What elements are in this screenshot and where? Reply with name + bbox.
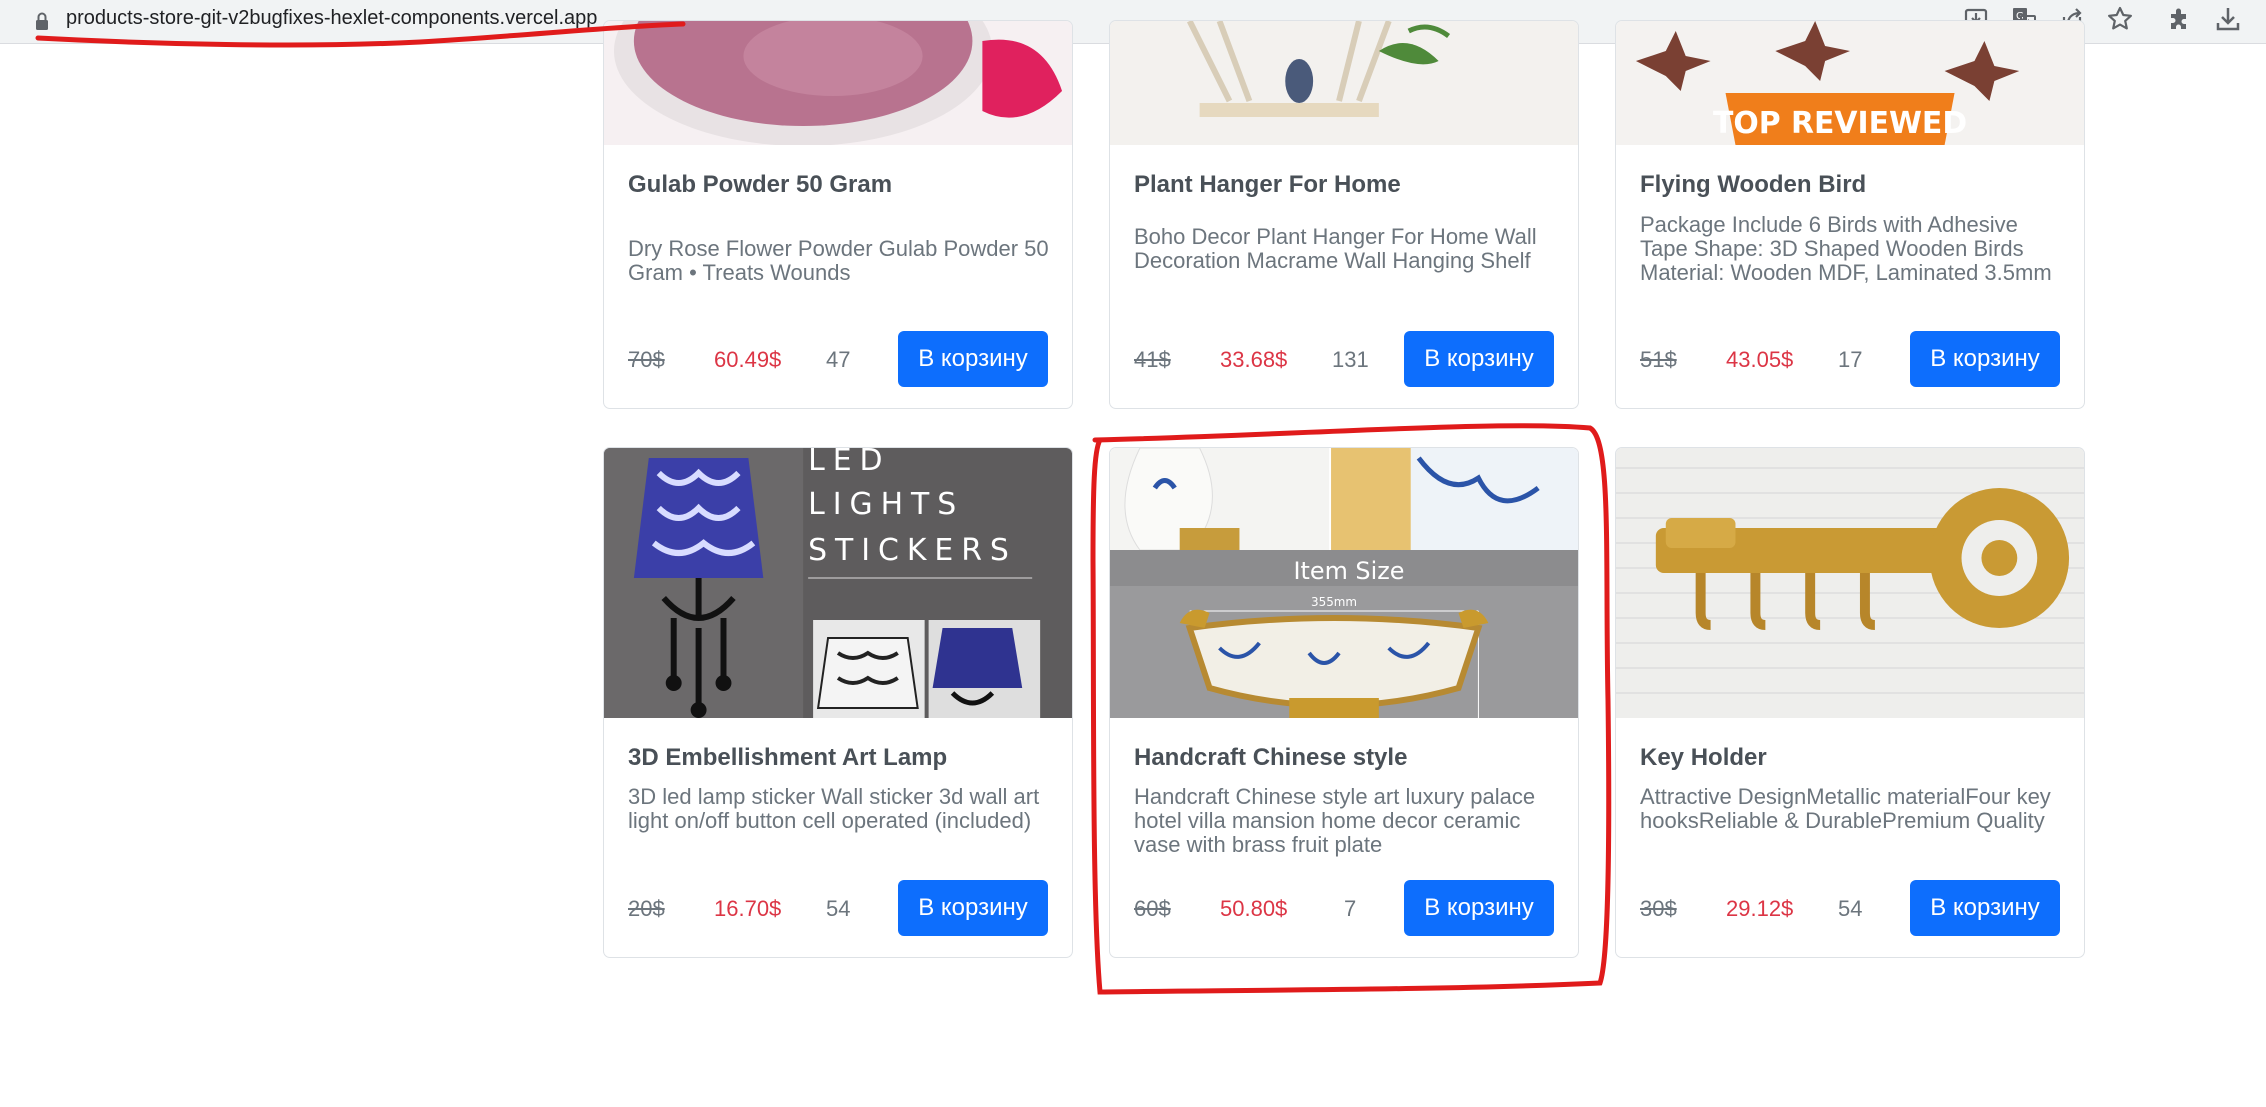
price-row: 20$ 16.70$ 54 В корзину — [628, 880, 1048, 936]
add-to-cart-button[interactable]: В корзину — [898, 331, 1048, 387]
product-image[interactable] — [1110, 21, 1578, 145]
old-price: 30$ — [1640, 896, 1677, 921]
add-to-cart-button[interactable]: В корзину — [1910, 880, 2060, 936]
add-to-cart-button[interactable]: В корзину — [1910, 331, 2060, 387]
price-row: 60$ 50.80$ 7 В корзину — [1134, 880, 1554, 936]
product-description: Handcraft Chinese style art luxury palac… — [1134, 784, 1536, 857]
product-title: Flying Wooden Bird — [1640, 171, 1867, 198]
product-description: Attractive DesignMetallic materialFour k… — [1640, 784, 2051, 833]
product-card-plant-hanger: Plant Hanger For Home Boho Decor Plant H… — [1109, 20, 1579, 409]
svg-text:LIGHTS: LIGHTS — [808, 487, 964, 522]
sale-price: 43.05$ — [1726, 347, 1794, 372]
svg-text:STICKERS: STICKERS — [808, 533, 1017, 568]
old-price: 70$ — [628, 347, 665, 372]
sale-price: 29.12$ — [1726, 896, 1794, 921]
image-badge-text: TOP REVIEWED — [1713, 106, 1967, 141]
price-row: 51$ 43.05$ 17 В корзину — [1640, 331, 2060, 387]
sale-price: 60.49$ — [714, 347, 782, 372]
product-card-chinese-style: Item Size 355mm Handcraft Chinese style … — [1109, 447, 1579, 958]
sale-price: 33.68$ — [1220, 347, 1288, 372]
sale-price: 50.80$ — [1220, 896, 1288, 921]
old-price: 51$ — [1640, 347, 1677, 372]
stock-count: 131 — [1332, 347, 1369, 372]
product-image[interactable]: LED LIGHTS STICKERS — [604, 448, 1072, 718]
product-title: Plant Hanger For Home — [1134, 171, 1401, 198]
product-description: 3D led lamp sticker Wall sticker 3d wall… — [628, 784, 1040, 833]
price-row: 30$ 29.12$ 54 В корзину — [1640, 880, 2060, 936]
product-card-wooden-bird: TOP REVIEWED Flying Wooden Bird Package … — [1615, 20, 2085, 409]
add-to-cart-button[interactable]: В корзину — [1404, 331, 1554, 387]
image-text: Item Size — [1293, 557, 1404, 585]
download-icon[interactable] — [2214, 5, 2242, 33]
price-row: 41$ 33.68$ 131 В корзину — [1134, 331, 1554, 387]
old-price: 20$ — [628, 896, 665, 921]
old-price: 41$ — [1134, 347, 1171, 372]
product-card-key-holder: Key Holder Attractive DesignMetallic mat… — [1615, 447, 2085, 958]
product-image[interactable] — [604, 21, 1072, 145]
lock-icon[interactable] — [34, 11, 50, 31]
stock-count: 47 — [826, 347, 851, 372]
extensions-icon[interactable] — [2166, 5, 2194, 33]
stock-count: 54 — [826, 896, 851, 921]
stock-count: 17 — [1838, 347, 1863, 372]
sale-price: 16.70$ — [714, 896, 782, 921]
product-description: Boho Decor Plant Hanger For Home Wall De… — [1134, 224, 1537, 273]
add-to-cart-button[interactable]: В корзину — [898, 880, 1048, 936]
star-icon[interactable] — [2106, 5, 2134, 33]
product-title: Handcraft Chinese style — [1134, 744, 1408, 771]
product-description: Package Include 6 Birds with Adhesive Ta… — [1640, 212, 2052, 285]
add-to-cart-button[interactable]: В корзину — [1404, 880, 1554, 936]
product-card-gulab: Gulab Powder 50 Gram Dry Rose Flower Pow… — [603, 20, 1073, 409]
price-row: 70$ 60.49$ 47 В корзину — [628, 331, 1048, 387]
svg-text:LED: LED — [808, 448, 890, 478]
stock-count: 54 — [1838, 896, 1863, 921]
product-image[interactable] — [1616, 448, 2084, 718]
url-text[interactable]: products-store-git-v2bugfixes-hexlet-com… — [66, 7, 597, 30]
product-description: Dry Rose Flower Powder Gulab Powder 50 G… — [628, 236, 1049, 285]
old-price: 60$ — [1134, 896, 1171, 921]
product-title: Key Holder — [1640, 744, 1767, 771]
product-card-art-lamp: LED LIGHTS STICKERS 3D Embellishment Art… — [603, 447, 1073, 958]
stock-count: 7 — [1344, 896, 1357, 921]
product-image[interactable]: TOP REVIEWED — [1616, 21, 2084, 145]
product-title: Gulab Powder 50 Gram — [628, 171, 893, 198]
product-title: 3D Embellishment Art Lamp — [628, 744, 948, 771]
svg-text:355mm: 355mm — [1311, 595, 1357, 609]
product-image[interactable]: Item Size 355mm — [1110, 448, 1578, 718]
